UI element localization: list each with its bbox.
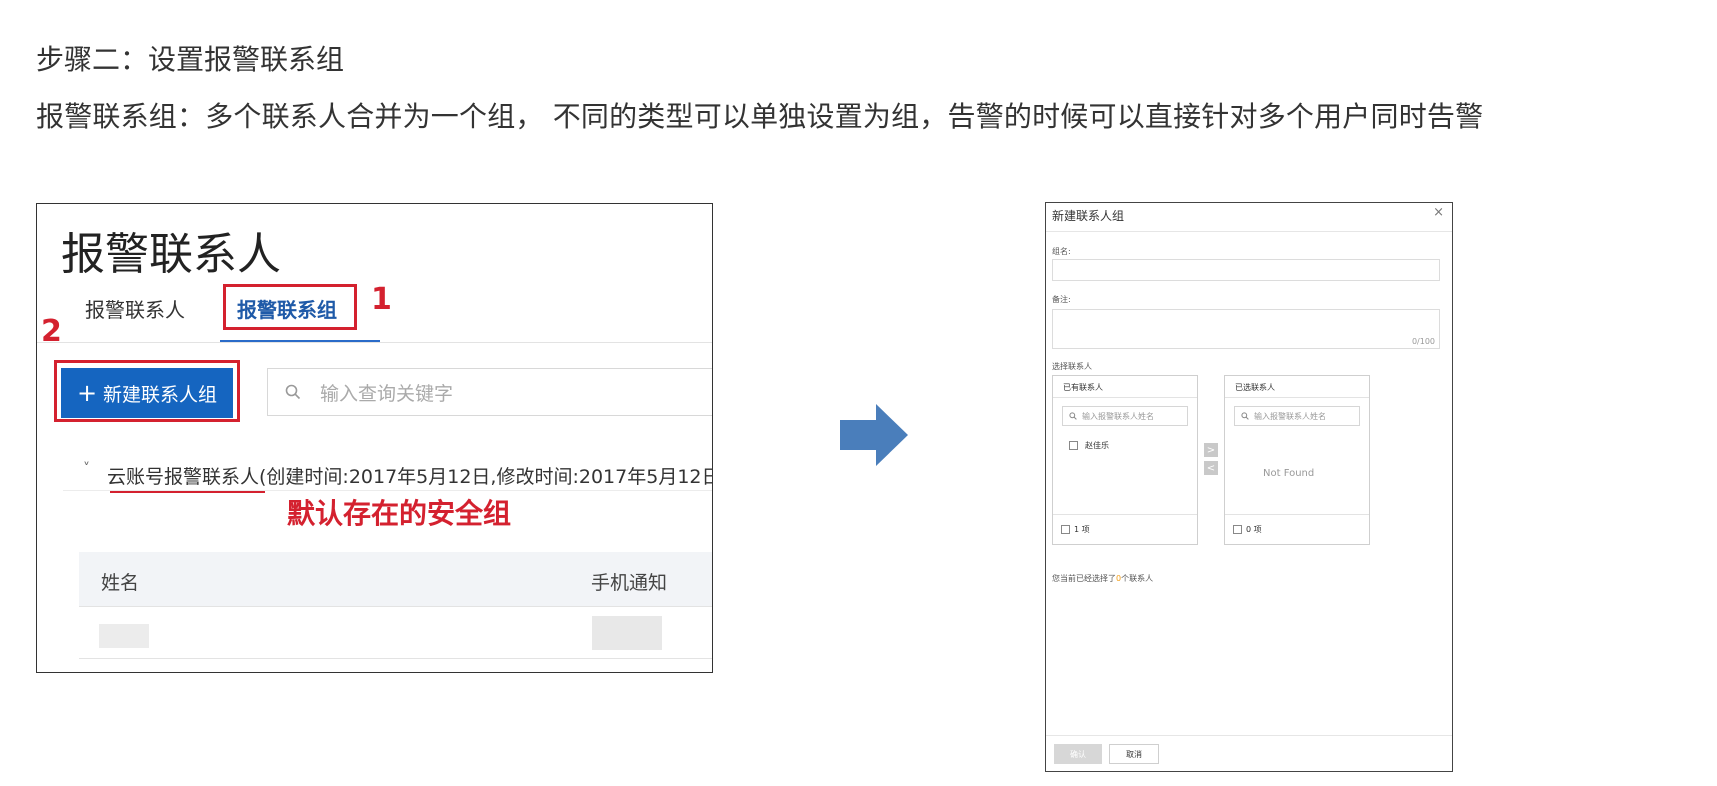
step-heading: 步骤二：设置报警联系组 [36,43,345,76]
plus-icon: + [76,379,98,407]
dialog-header-divider [1046,231,1452,232]
empty-state: Not Found [1263,468,1315,479]
remark-field[interactable]: 0/100 [1052,309,1440,349]
group-name-field[interactable] [1052,259,1440,281]
step-description: 报警联系组：多个联系人合并为一个组， 不同的类型可以单独设置为组，告警的时候可以… [36,100,1484,133]
available-panel-title: 已有联系人 [1053,376,1197,398]
move-right-button[interactable]: > [1204,443,1218,457]
selection-summary: 您当前已经选择了0个联系人 [1052,573,1153,584]
list-item[interactable]: 赵佳乐 [1069,440,1109,451]
confirm-button[interactable]: 确认 [1054,744,1102,764]
available-panel-footer: 1 项 [1053,514,1197,544]
page-title: 报警联系人 [61,229,281,280]
default-group-annotation: 默认存在的安全组 [287,497,512,530]
default-group-entry[interactable]: 云账号报警联系人(创建时间:2017年5月12日,修改时间:2017年5月12日… [107,462,712,489]
step-marker-1: 1 [371,282,392,317]
column-name: 姓名 [101,572,140,594]
search-icon [1241,412,1249,420]
right-arrow-icon [840,404,908,466]
close-icon[interactable]: × [1433,205,1444,220]
search-icon [1069,412,1077,420]
available-search-placeholder: 输入报警联系人姓名 [1082,411,1154,421]
summary-prefix: 您当前已经选择了 [1052,574,1116,583]
tab-contacts[interactable]: 报警联系人 [85,294,185,323]
remark-label: 备注: [1052,295,1071,304]
table-bottom-line [79,658,712,659]
dialog-footer-divider [1046,735,1452,736]
selected-panel-footer: 0 项 [1225,514,1369,544]
blurred-sms-cell [592,616,662,650]
contacts-page-screenshot: 报警联系人 报警联系人 报警联系组 1 2 + 新建联系人组 输入查询关键字 ˅… [36,203,713,673]
new-contact-group-button[interactable]: + 新建联系人组 [61,368,233,418]
select-all-available-checkbox[interactable] [1061,525,1070,534]
selected-contacts-panel: 已选联系人 输入报警联系人姓名 Not Found 0 项 [1224,375,1370,545]
selected-panel-title: 已选联系人 [1225,376,1369,398]
select-contacts-label: 选择联系人 [1052,362,1092,371]
new-group-dialog-screenshot: 新建联系人组 × 组名: 备注: 0/100 选择联系人 已有联系人 输入报警联… [1045,202,1453,772]
step-marker-2: 2 [41,314,62,349]
group-divider [63,490,712,491]
select-all-selected-checkbox[interactable] [1233,525,1242,534]
chevron-down-icon[interactable]: ˅ [83,461,90,477]
search-input[interactable]: 输入查询关键字 [267,368,712,416]
contact-name: 赵佳乐 [1085,441,1109,450]
contact-checkbox[interactable] [1069,441,1078,450]
available-search-input[interactable]: 输入报警联系人姓名 [1062,406,1188,426]
search-icon [285,384,301,400]
available-count: 1 项 [1074,525,1090,534]
tab-contact-groups[interactable]: 报警联系组 [237,294,337,323]
column-sms: 手机通知 [591,572,668,594]
selected-count: 0 项 [1246,525,1262,534]
new-contact-group-label: 新建联系人组 [103,383,218,406]
group-name-label: 组名: [1052,247,1071,256]
selected-search-placeholder: 输入报警联系人姓名 [1254,411,1326,421]
table-header: 姓名 手机通知 [79,552,712,606]
search-placeholder: 输入查询关键字 [320,382,454,405]
blurred-name-cell [99,624,149,648]
move-left-button[interactable]: < [1204,461,1218,475]
table-divider [79,606,712,607]
annotation-underline [110,491,265,493]
summary-suffix: 个联系人 [1121,574,1154,583]
cancel-button[interactable]: 取消 [1109,744,1159,764]
dialog-title: 新建联系人组 [1052,209,1125,223]
available-contacts-panel: 已有联系人 输入报警联系人姓名 赵佳乐 1 项 [1052,375,1198,545]
tabs-divider [37,342,712,343]
selected-search-input[interactable]: 输入报警联系人姓名 [1234,406,1360,426]
remark-counter: 0/100 [1411,337,1435,346]
